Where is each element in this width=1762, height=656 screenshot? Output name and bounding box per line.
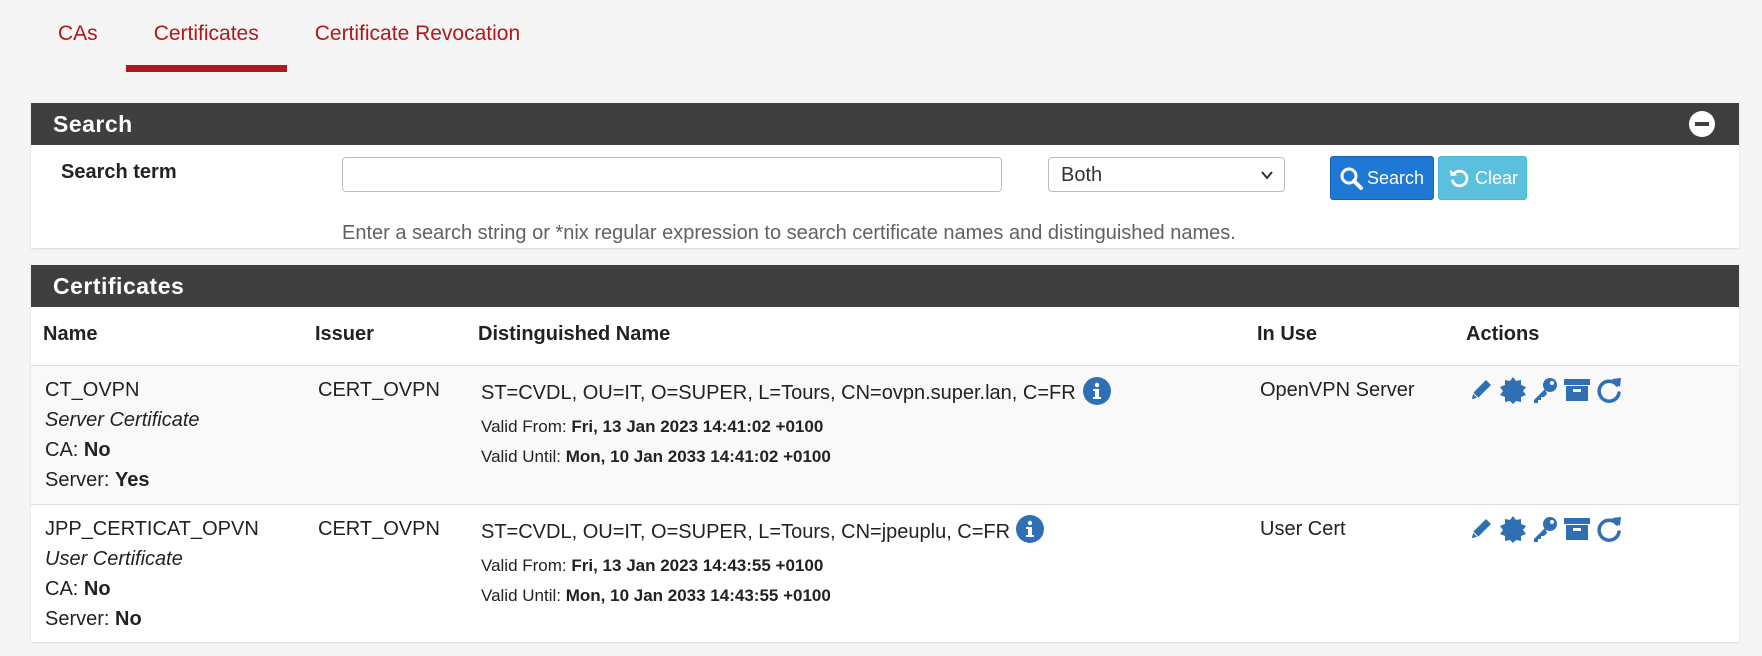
tab-certificates[interactable]: Certificates bbox=[125, 0, 287, 72]
valid-from-value: Fri, 13 Jan 2023 14:43:55 +0100 bbox=[571, 556, 824, 575]
valid-until-label: Valid Until: bbox=[481, 447, 561, 466]
tab-cas[interactable]: CAs bbox=[30, 0, 126, 72]
valid-from-label: Valid From: bbox=[481, 556, 567, 575]
cert-server-line: Server: Yes bbox=[45, 465, 200, 495]
valid-until-value: Mon, 10 Jan 2033 14:43:55 +0100 bbox=[565, 586, 831, 605]
key-icon[interactable] bbox=[1531, 376, 1559, 404]
server-value: No bbox=[115, 608, 142, 630]
row-actions bbox=[1467, 376, 1623, 404]
ca-value: No bbox=[83, 439, 111, 461]
name-cell: CT_OVPN Server Certificate CA: No Server… bbox=[45, 375, 200, 495]
certificates-panel: Certificates Name Issuer Distinguished N… bbox=[31, 265, 1739, 642]
table-header: Name Issuer Distinguished Name In Use Ac… bbox=[31, 323, 1739, 367]
renew-icon[interactable] bbox=[1595, 515, 1623, 543]
cert-type: User Certificate bbox=[45, 548, 183, 570]
tab-certificate-revocation[interactable]: Certificate Revocation bbox=[287, 0, 548, 72]
column-header-name[interactable]: Name bbox=[43, 323, 97, 346]
cert-type: Server Certificate bbox=[45, 409, 200, 431]
search-panel: Search Search term Both Search Clear Ent… bbox=[31, 103, 1739, 248]
cert-ca-line: CA: No bbox=[45, 435, 200, 465]
server-label: Server: bbox=[45, 608, 110, 630]
cert-name: JPP_CERTICAT_OPVN bbox=[45, 518, 259, 540]
info-icon[interactable] bbox=[1016, 515, 1044, 543]
pencil-icon[interactable] bbox=[1467, 515, 1495, 543]
in-use-cell: User Cert bbox=[1260, 518, 1346, 540]
distinguished-name: ST=CVDL, OU=IT, O=SUPER, L=Tours, CN=ovp… bbox=[481, 382, 1076, 404]
cert-server-line: Server: No bbox=[45, 604, 259, 634]
search-scope-value: Both bbox=[1061, 164, 1103, 186]
server-value: Yes bbox=[115, 469, 150, 491]
table-row: JPP_CERTICAT_OPVN User Certificate CA: N… bbox=[31, 505, 1739, 642]
undo-icon bbox=[1449, 169, 1469, 188]
collapse-icon[interactable] bbox=[1689, 111, 1715, 137]
cert-ca-line: CA: No bbox=[45, 574, 259, 604]
dn-cell: ST=CVDL, OU=IT, O=SUPER, L=Tours, CN=ovp… bbox=[481, 378, 1076, 472]
archive-icon[interactable] bbox=[1563, 376, 1591, 404]
key-icon[interactable] bbox=[1531, 515, 1559, 543]
valid-until-line: Valid Until: Mon, 10 Jan 2033 14:43:55 +… bbox=[481, 581, 1010, 611]
valid-from-line: Valid From: Fri, 13 Jan 2023 14:41:02 +0… bbox=[481, 412, 1076, 442]
certificate-seal-icon[interactable] bbox=[1499, 515, 1527, 543]
row-actions bbox=[1467, 515, 1623, 543]
valid-from-line: Valid From: Fri, 13 Jan 2023 14:43:55 +0… bbox=[481, 551, 1010, 581]
table-row: CT_OVPN Server Certificate CA: No Server… bbox=[31, 366, 1739, 505]
dn-cell: ST=CVDL, OU=IT, O=SUPER, L=Tours, CN=jpe… bbox=[481, 517, 1010, 611]
valid-from-label: Valid From: bbox=[481, 417, 567, 436]
certificates-panel-title: Certificates bbox=[53, 273, 185, 299]
valid-from-value: Fri, 13 Jan 2023 14:41:02 +0100 bbox=[571, 417, 824, 436]
info-icon[interactable] bbox=[1083, 377, 1111, 405]
column-header-distinguished-name[interactable]: Distinguished Name bbox=[478, 323, 670, 346]
pencil-icon[interactable] bbox=[1467, 376, 1495, 404]
valid-until-line: Valid Until: Mon, 10 Jan 2033 14:41:02 +… bbox=[481, 442, 1076, 472]
search-input[interactable] bbox=[342, 157, 1002, 192]
archive-icon[interactable] bbox=[1563, 515, 1591, 543]
valid-until-label: Valid Until: bbox=[481, 586, 561, 605]
search-button[interactable]: Search bbox=[1330, 156, 1434, 200]
certificates-panel-heading: Certificates bbox=[31, 265, 1739, 307]
search-term-label: Search term bbox=[61, 161, 177, 183]
search-panel-title: Search bbox=[53, 111, 133, 137]
column-header-in-use[interactable]: In Use bbox=[1257, 323, 1317, 346]
search-button-label: Search bbox=[1367, 167, 1425, 188]
clear-button[interactable]: Clear bbox=[1438, 156, 1527, 200]
search-scope-select[interactable]: Both bbox=[1048, 157, 1285, 192]
in-use-cell: OpenVPN Server bbox=[1260, 379, 1415, 401]
ca-label: CA: bbox=[45, 578, 79, 600]
tab-bar: CAs Certificates Certificate Revocation bbox=[30, 0, 548, 72]
search-icon bbox=[1340, 167, 1363, 190]
certificate-seal-icon[interactable] bbox=[1499, 376, 1527, 404]
clear-button-label: Clear bbox=[1474, 167, 1518, 188]
distinguished-name: ST=CVDL, OU=IT, O=SUPER, L=Tours, CN=jpe… bbox=[481, 521, 1011, 543]
renew-icon[interactable] bbox=[1595, 376, 1623, 404]
valid-until-value: Mon, 10 Jan 2033 14:41:02 +0100 bbox=[565, 447, 831, 466]
issuer-cell: CERT_OVPN bbox=[318, 379, 440, 401]
ca-label: CA: bbox=[45, 439, 79, 461]
column-header-issuer[interactable]: Issuer bbox=[315, 323, 374, 346]
column-header-actions: Actions bbox=[1466, 323, 1540, 345]
name-cell: JPP_CERTICAT_OPVN User Certificate CA: N… bbox=[45, 514, 259, 634]
search-help-text: Enter a search string or *nix regular ex… bbox=[342, 222, 1236, 244]
cert-name: CT_OVPN bbox=[45, 379, 140, 401]
chevron-down-icon bbox=[1261, 171, 1273, 180]
issuer-cell: CERT_OVPN bbox=[318, 518, 440, 540]
ca-value: No bbox=[83, 578, 111, 600]
server-label: Server: bbox=[45, 469, 110, 491]
search-panel-heading: Search bbox=[31, 103, 1739, 145]
